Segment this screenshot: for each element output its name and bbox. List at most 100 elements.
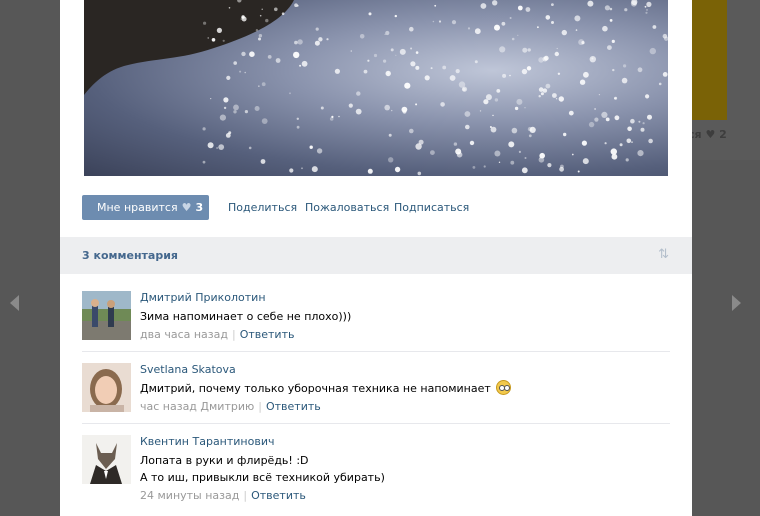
snowflake bbox=[568, 110, 574, 116]
subscribe-link[interactable]: Подписаться bbox=[394, 201, 469, 214]
snowflake bbox=[449, 75, 456, 81]
snowflake bbox=[453, 142, 458, 146]
snowflake bbox=[258, 85, 260, 87]
snowflake bbox=[540, 92, 544, 96]
comment: Svetlana Skatova Дмитрий, почему только … bbox=[82, 363, 670, 424]
snowflake bbox=[249, 51, 255, 57]
snowflake bbox=[394, 166, 401, 173]
avatar[interactable] bbox=[82, 435, 131, 484]
reply-link[interactable]: Ответить bbox=[240, 328, 295, 341]
snowflake bbox=[294, 40, 298, 45]
comment-time[interactable]: час назад Дмитрию bbox=[140, 400, 254, 413]
comment-author[interactable]: Квентин Тарантинович bbox=[140, 435, 274, 448]
snowflake bbox=[383, 59, 387, 63]
snowflake bbox=[637, 150, 644, 157]
sort-icon[interactable]: ⇅ bbox=[658, 247, 669, 262]
share-link[interactable]: Поделиться bbox=[228, 201, 297, 214]
snowflake bbox=[223, 97, 229, 103]
snowflake bbox=[390, 48, 394, 52]
like-button[interactable]: Мне нравится ♥ 3 bbox=[82, 195, 209, 220]
snowflake bbox=[604, 5, 611, 11]
snowflake bbox=[538, 95, 541, 98]
photo[interactable] bbox=[84, 0, 668, 176]
snowflake bbox=[524, 107, 526, 109]
snowflake bbox=[526, 66, 532, 71]
snowflake bbox=[254, 106, 260, 111]
comment-author[interactable]: Svetlana Skatova bbox=[140, 363, 236, 376]
avatar[interactable] bbox=[82, 291, 131, 340]
snowflake bbox=[510, 160, 515, 165]
snowflake bbox=[373, 53, 378, 58]
snowflake bbox=[551, 3, 554, 6]
snowflake bbox=[261, 82, 266, 87]
previous-photo-arrow-icon[interactable] bbox=[10, 295, 19, 311]
snowflake bbox=[289, 92, 291, 95]
snowflake bbox=[464, 111, 471, 117]
next-photo-arrow-icon[interactable] bbox=[732, 295, 741, 311]
snowflake bbox=[545, 83, 551, 89]
snowflake bbox=[301, 167, 303, 170]
heart-icon: ♥ bbox=[705, 128, 716, 141]
snowflake bbox=[202, 127, 206, 131]
snowflake bbox=[479, 110, 482, 112]
snowflake bbox=[521, 167, 528, 174]
snowflake bbox=[424, 75, 430, 81]
snowflake bbox=[233, 61, 237, 65]
snowflake bbox=[415, 51, 419, 54]
comment-time[interactable]: два часа назад bbox=[140, 328, 228, 341]
photo-dark-shape bbox=[84, 0, 294, 95]
snowflake bbox=[607, 45, 612, 50]
snowflake bbox=[483, 99, 489, 105]
reply-link[interactable]: Ответить bbox=[266, 400, 321, 413]
snowflake bbox=[275, 58, 281, 63]
snowflake bbox=[637, 67, 643, 73]
snowflake bbox=[395, 54, 397, 56]
comment-author[interactable]: Дмитрий Приколотин bbox=[140, 291, 266, 304]
snowflake bbox=[538, 87, 544, 92]
snowflake bbox=[432, 20, 435, 23]
snowflake bbox=[350, 50, 353, 52]
snowflake bbox=[619, 143, 623, 147]
snowflake bbox=[609, 7, 613, 11]
snowflake bbox=[293, 51, 300, 59]
snowflake bbox=[587, 0, 594, 7]
snowflake bbox=[388, 157, 394, 163]
avatar-image bbox=[82, 435, 131, 484]
snowflake bbox=[492, 114, 494, 117]
snowflake bbox=[589, 56, 596, 63]
snowflake bbox=[410, 47, 413, 50]
snowflake bbox=[430, 150, 435, 156]
snowflake bbox=[409, 26, 414, 32]
snowflake bbox=[296, 125, 300, 129]
snowflake bbox=[496, 89, 501, 93]
snowflake bbox=[309, 145, 313, 149]
avatar[interactable] bbox=[82, 363, 131, 412]
snowflake bbox=[299, 64, 302, 67]
snowflake bbox=[545, 15, 551, 20]
snowflake bbox=[226, 75, 231, 80]
snowflake bbox=[511, 37, 515, 41]
snowflake bbox=[602, 25, 608, 32]
snowflake bbox=[260, 159, 266, 164]
reply-link[interactable]: Ответить bbox=[251, 489, 306, 502]
snowflake bbox=[417, 171, 422, 176]
snowflake bbox=[334, 68, 340, 74]
report-link[interactable]: Пожаловаться bbox=[305, 201, 389, 214]
snowflake bbox=[394, 14, 397, 18]
snowflake bbox=[316, 148, 323, 154]
snowflake bbox=[518, 150, 521, 153]
snowflake bbox=[649, 47, 656, 55]
snowflake bbox=[207, 142, 214, 149]
snowflake bbox=[239, 70, 242, 73]
snowflake bbox=[537, 26, 539, 29]
snowflake bbox=[318, 37, 323, 42]
snowflake bbox=[638, 120, 641, 123]
snowflake bbox=[494, 24, 500, 31]
snowflake bbox=[561, 29, 567, 36]
snowflake bbox=[624, 8, 628, 12]
snowflake bbox=[516, 98, 523, 105]
snowflake bbox=[640, 127, 645, 132]
snowflake bbox=[314, 40, 320, 46]
comment-time[interactable]: 24 минуты назад bbox=[140, 489, 239, 502]
snowflake bbox=[501, 21, 506, 26]
